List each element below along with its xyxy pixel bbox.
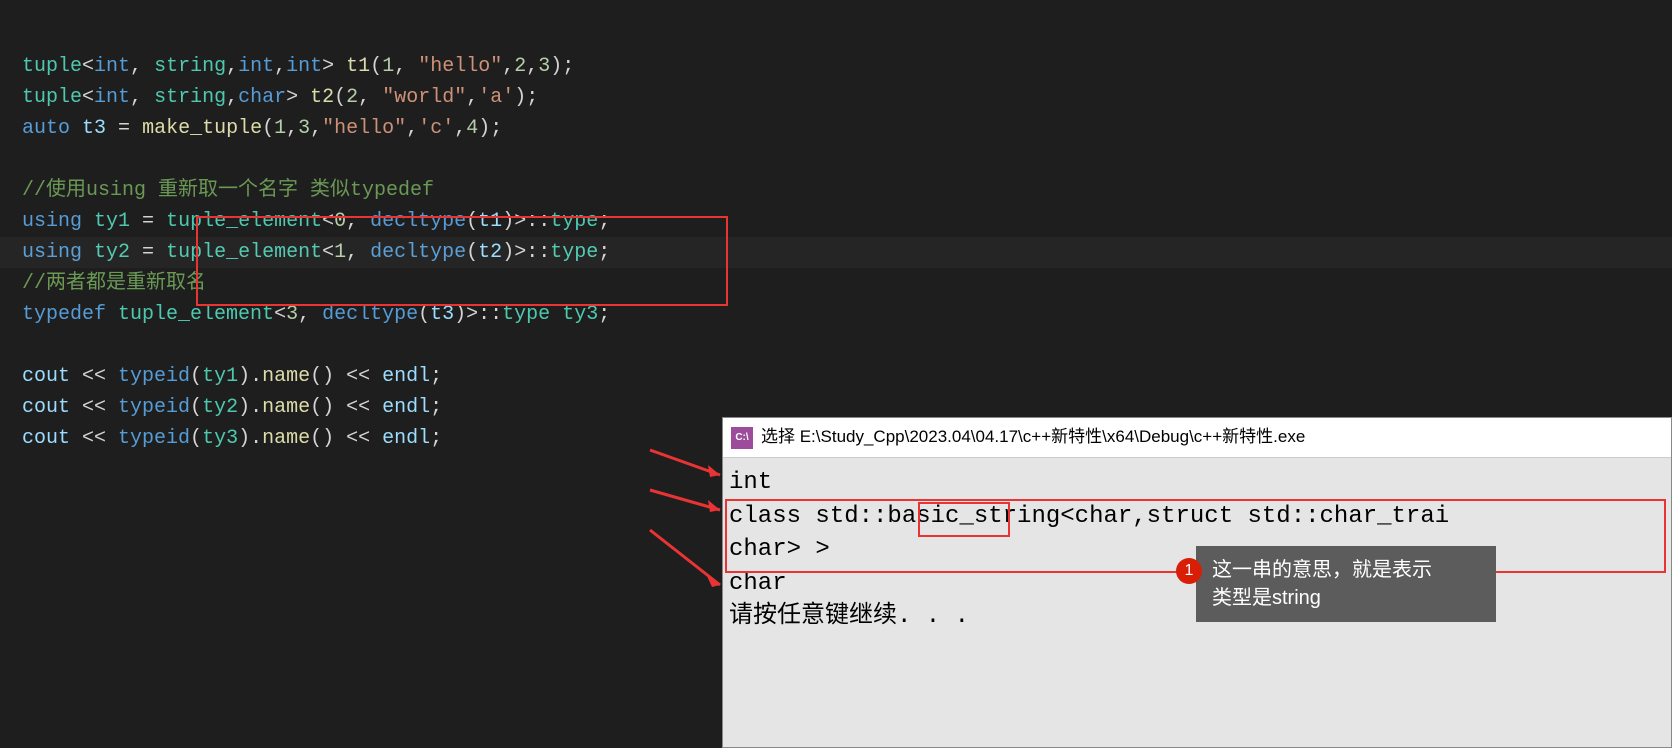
code-line-2[interactable]: tuple<int, string,char> t2(2, "world",'a… (22, 86, 538, 109)
console-line-2: class std::basic_string<char,struct std:… (729, 500, 1665, 534)
console-title: 选择 E:\Study_Cpp\2023.04\04.17\c++新特性\x64… (761, 424, 1305, 450)
code-editor[interactable]: tuple<int, string,int,int> t1(1, "hello"… (0, 0, 1672, 474)
console-line-1: int (729, 466, 1665, 500)
code-line-3[interactable]: auto t3 = make_tuple(1,3,"hello",'c',4); (22, 117, 502, 140)
annotation-callout: 1 这一串的意思，就是表示 类型是string (1196, 546, 1496, 622)
code-cout-2[interactable]: cout << typeid(ty2).name() << endl; (22, 396, 442, 419)
annotation-number-badge: 1 (1176, 558, 1202, 584)
annotation-text: 这一串的意思，就是表示 类型是string (1212, 556, 1432, 612)
code-cout-1[interactable]: cout << typeid(ty1).name() << endl; (22, 365, 442, 388)
code-comment-1: //使用using 重新取一个名字 类似typedef (22, 179, 434, 202)
code-comment-2: //两者都是重新取名 (22, 272, 206, 295)
console-icon: C:\ (731, 427, 753, 449)
code-line-1[interactable]: tuple<int, string,int,int> t1(1, "hello"… (22, 55, 574, 78)
code-line-5[interactable]: using ty1 = tuple_element<0, decltype(t1… (22, 210, 610, 233)
code-cout-3[interactable]: cout << typeid(ty3).name() << endl; (22, 427, 442, 450)
code-line-6[interactable]: using ty2 = tuple_element<1, decltype(t2… (22, 241, 610, 264)
console-titlebar[interactable]: C:\ 选择 E:\Study_Cpp\2023.04\04.17\c++新特性… (723, 418, 1671, 458)
code-line-8[interactable]: typedef tuple_element<3, decltype(t3)>::… (22, 303, 610, 326)
